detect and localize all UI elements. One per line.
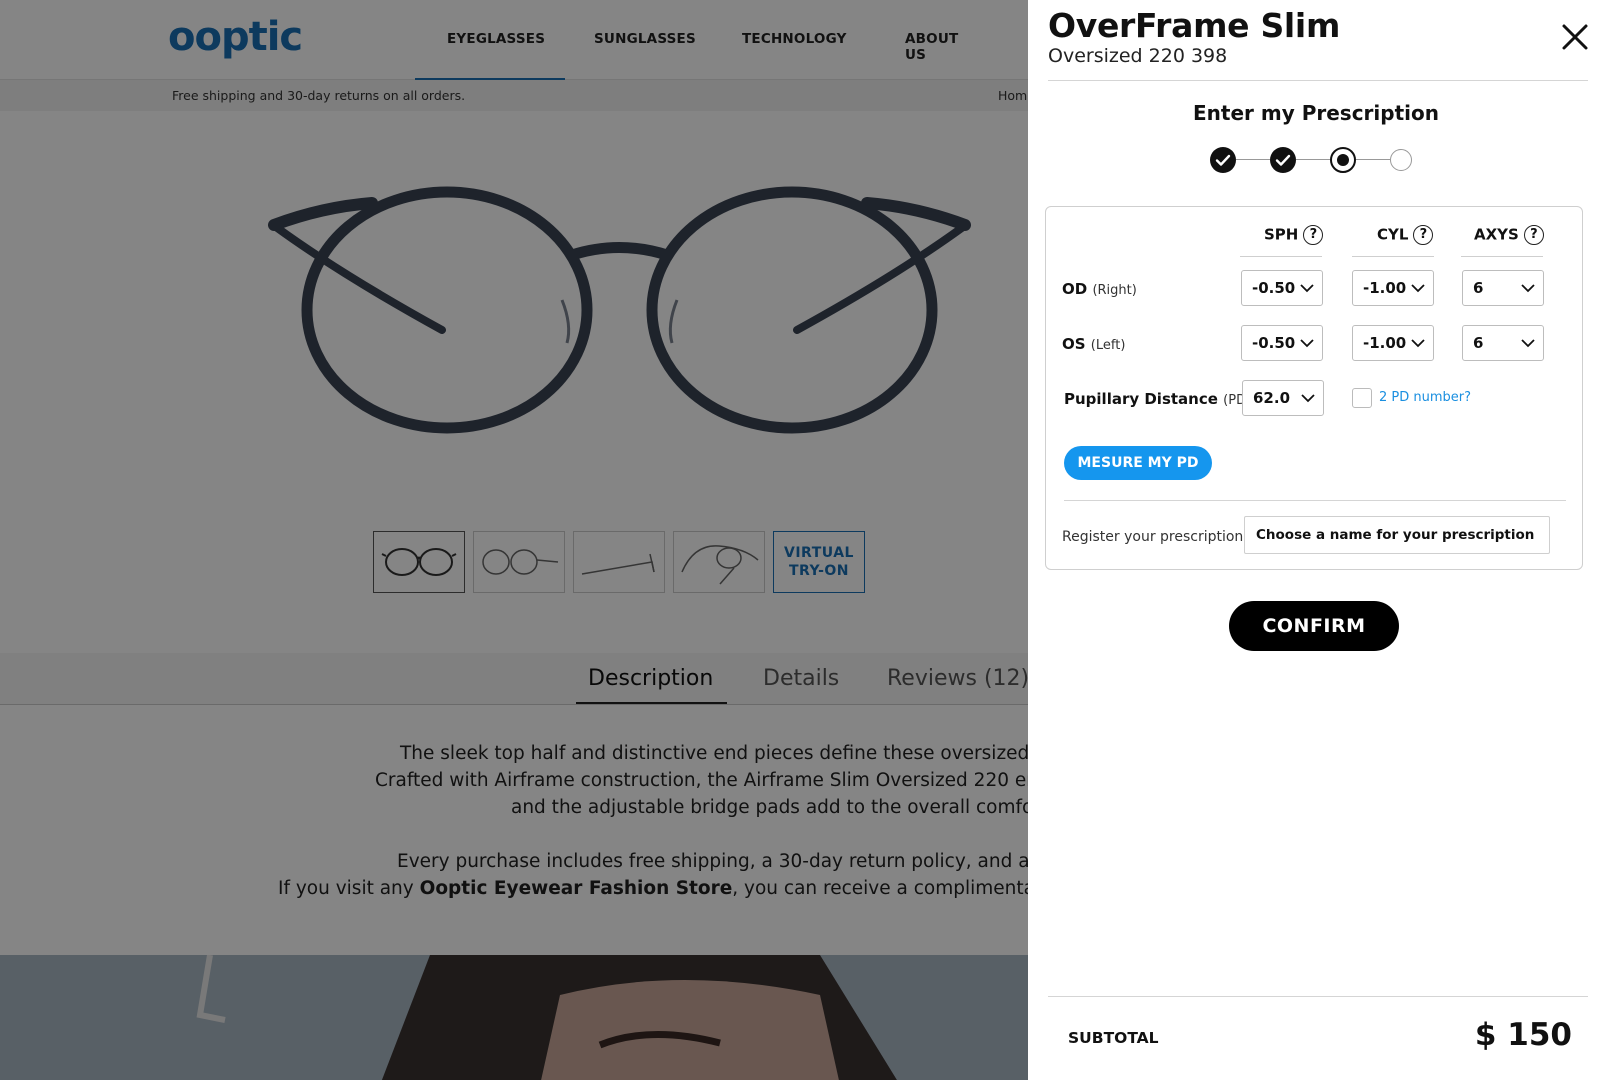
mesure-pd-button[interactable]: MESURE MY PD bbox=[1064, 446, 1212, 480]
od-axys-select[interactable]: 6 bbox=[1462, 270, 1544, 306]
prescription-name-input[interactable] bbox=[1244, 516, 1550, 554]
os-sph-select[interactable]: -0.50 bbox=[1241, 325, 1323, 361]
stepper-line bbox=[1356, 159, 1390, 160]
os-label-text: OS bbox=[1062, 335, 1086, 353]
chevron-down-icon bbox=[1521, 284, 1535, 293]
form-divider bbox=[1064, 500, 1566, 501]
column-sph: SPH? bbox=[1264, 225, 1324, 245]
product-title: OverFrame Slim bbox=[1048, 6, 1341, 45]
confirm-button[interactable]: CONFIRM bbox=[1229, 601, 1399, 651]
pd-value: 62.0 bbox=[1253, 389, 1291, 407]
chevron-down-icon bbox=[1411, 339, 1425, 348]
os-sublabel: (Left) bbox=[1090, 338, 1126, 353]
two-pd-label[interactable]: 2 PD number? bbox=[1379, 390, 1471, 405]
prescription-form: SPH? CYL? AXYS? OD (Right) -0.50 -1.00 6… bbox=[1045, 206, 1583, 570]
chevron-down-icon bbox=[1301, 394, 1315, 403]
chevron-down-icon bbox=[1300, 339, 1314, 348]
step-3-current[interactable] bbox=[1330, 147, 1356, 173]
step-title: Enter my Prescription bbox=[1193, 101, 1439, 125]
od-sublabel: (Right) bbox=[1092, 283, 1137, 298]
step-1-done[interactable] bbox=[1210, 147, 1236, 173]
close-icon[interactable] bbox=[1558, 20, 1592, 54]
check-icon bbox=[1215, 154, 1231, 166]
os-sph-value: -0.50 bbox=[1252, 334, 1296, 352]
header-divider bbox=[1048, 80, 1588, 81]
chevron-down-icon bbox=[1411, 284, 1425, 293]
help-icon[interactable]: ? bbox=[1413, 225, 1434, 245]
os-cyl-select[interactable]: -1.00 bbox=[1352, 325, 1434, 361]
step-2-done[interactable] bbox=[1270, 147, 1296, 173]
subtotal-label: SUBTOTAL bbox=[1068, 1029, 1159, 1047]
od-cyl-value: -1.00 bbox=[1363, 279, 1407, 297]
column-axys: AXYS? bbox=[1474, 225, 1544, 245]
column-divider bbox=[1461, 256, 1543, 257]
od-sph-select[interactable]: -0.50 bbox=[1241, 270, 1323, 306]
progress-stepper bbox=[1210, 147, 1430, 173]
od-sph-value: -0.50 bbox=[1252, 279, 1296, 297]
check-icon bbox=[1275, 154, 1291, 166]
os-label: OS (Left) bbox=[1062, 335, 1125, 353]
chevron-down-icon bbox=[1300, 284, 1314, 293]
column-divider bbox=[1240, 256, 1322, 257]
column-divider bbox=[1352, 256, 1434, 257]
prescription-panel: OverFrame Slim Oversized 220 398 Enter m… bbox=[1028, 0, 1600, 1080]
stepper-line bbox=[1236, 159, 1270, 160]
od-label-text: OD bbox=[1062, 280, 1088, 298]
help-icon[interactable]: ? bbox=[1523, 225, 1544, 245]
os-axys-value: 6 bbox=[1473, 334, 1484, 352]
column-axys-label: AXYS bbox=[1474, 225, 1519, 244]
column-cyl-label: CYL bbox=[1377, 225, 1409, 244]
chevron-down-icon bbox=[1521, 339, 1535, 348]
column-cyl: CYL? bbox=[1377, 225, 1434, 245]
od-label: OD (Right) bbox=[1062, 280, 1137, 298]
os-cyl-value: -1.00 bbox=[1363, 334, 1407, 352]
two-pd-checkbox[interactable] bbox=[1352, 388, 1372, 408]
pd-label: Pupillary Distance (PD) bbox=[1064, 390, 1251, 408]
help-icon[interactable]: ? bbox=[1303, 225, 1324, 245]
os-axys-select[interactable]: 6 bbox=[1462, 325, 1544, 361]
subtotal-value: $ 150 bbox=[1474, 1017, 1572, 1053]
footer-divider bbox=[1048, 996, 1588, 997]
od-cyl-select[interactable]: -1.00 bbox=[1352, 270, 1434, 306]
step-4-todo[interactable] bbox=[1390, 149, 1412, 171]
pd-select[interactable]: 62.0 bbox=[1242, 380, 1324, 416]
od-axys-value: 6 bbox=[1473, 279, 1484, 297]
product-subtitle: Oversized 220 398 bbox=[1048, 45, 1228, 67]
stepper-line bbox=[1296, 159, 1330, 160]
column-sph-label: SPH bbox=[1264, 225, 1299, 244]
modal-backdrop[interactable] bbox=[0, 0, 1030, 1080]
pd-label-text: Pupillary Distance bbox=[1064, 390, 1218, 408]
register-label: Register your prescription bbox=[1062, 529, 1244, 545]
